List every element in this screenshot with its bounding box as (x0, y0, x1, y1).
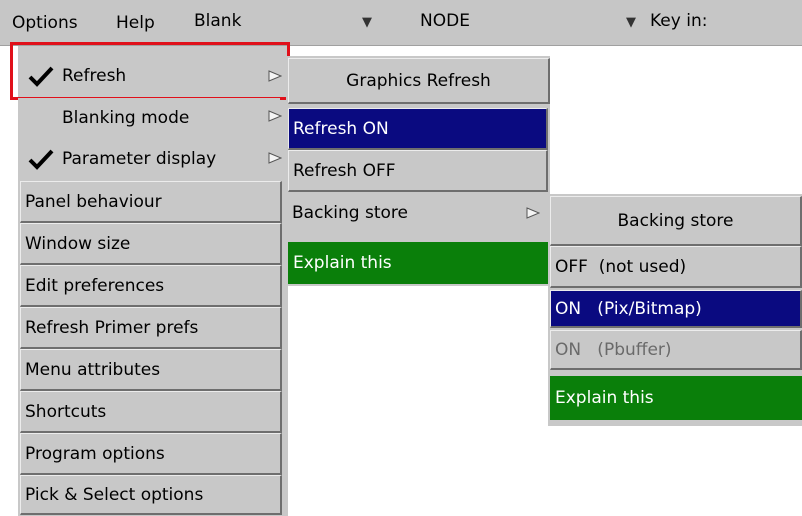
menu-item-label: Panel behaviour (25, 191, 162, 212)
menu-item-refresh-primer-prefs[interactable]: Refresh Primer prefs (20, 307, 282, 349)
menu-item-label: Edit preferences (25, 275, 165, 296)
highlight-box (10, 42, 290, 100)
menu-item-label: Program options (25, 443, 165, 464)
node-field[interactable]: NODE (416, 4, 606, 40)
keyin-field-label: Key in: (650, 11, 708, 31)
menu-item-off-not-used[interactable]: OFF (not used) (550, 246, 802, 288)
checkmark-icon (28, 149, 54, 170)
menu-item-label: Pick & Select options (25, 484, 204, 505)
submenu-title-label: Graphics Refresh (346, 70, 491, 91)
submenu-title-label: Backing store (617, 210, 734, 231)
node-field-label: NODE (420, 11, 470, 31)
menu-item-window-size[interactable]: Window size (20, 223, 282, 265)
menu-item-label: Refresh OFF (293, 160, 396, 181)
menu-item-parameter-display[interactable]: Parameter display (18, 138, 282, 180)
menu-item-label: ON (Pix/Bitmap) (555, 298, 702, 319)
menu-item-label: Backing store (292, 203, 408, 223)
menu-item-label: Refresh ON (293, 118, 389, 139)
menu-item-program-options[interactable]: Program options (20, 433, 282, 475)
menu-item-shortcuts[interactable]: Shortcuts (20, 391, 282, 433)
menu-item-blanking-mode[interactable]: Blanking mode (18, 98, 282, 138)
menu-item-backing-store[interactable]: Backing store (288, 192, 548, 234)
menu-item-menu-attributes[interactable]: Menu attributes (20, 349, 282, 391)
menu-item-pick-select-options[interactable]: Pick & Select options (20, 475, 282, 515)
menu-item-panel-behaviour[interactable]: Panel behaviour (20, 181, 282, 223)
blank-field-label: Blank (194, 11, 242, 31)
menu-item-label: Blanking mode (62, 108, 190, 128)
menu-item-label: Refresh Primer prefs (25, 317, 199, 338)
submenu-title: Backing store (550, 196, 802, 246)
menu-item-refresh-on[interactable]: Refresh ON (288, 108, 548, 150)
menu-item-label: Parameter display (62, 149, 217, 169)
menu-item-edit-preferences[interactable]: Edit preferences (20, 265, 282, 307)
filter-icon[interactable]: ▼ (624, 16, 638, 30)
submenu-arrow-icon (268, 152, 282, 164)
submenu-title: Graphics Refresh (288, 58, 550, 104)
menu-item-on-pbuffer: ON (Pbuffer) (550, 330, 802, 370)
menu-item-label: Explain this (555, 387, 654, 408)
submenu-arrow-icon (526, 207, 540, 219)
menu-item-label: OFF (not used) (555, 256, 687, 277)
menu-item-label: ON (Pbuffer) (555, 339, 672, 360)
help-menu-button[interactable]: Help (110, 0, 161, 46)
submenu-arrow-icon (268, 110, 282, 122)
menu-item-explain-this[interactable]: Explain this (288, 242, 548, 284)
menu-item-label: Shortcuts (25, 401, 107, 422)
menu-item-label: Explain this (293, 252, 392, 273)
menu-item-label: Window size (25, 233, 131, 254)
filter-icon[interactable]: ▼ (360, 16, 374, 30)
menu-item-on-pix-bitmap[interactable]: ON (Pix/Bitmap) (550, 290, 802, 328)
menu-item-label: Menu attributes (25, 359, 161, 380)
options-menu-button[interactable]: Options (6, 0, 84, 46)
menu-item-explain-this-backing[interactable]: Explain this (550, 376, 802, 420)
menu-item-refresh-off[interactable]: Refresh OFF (288, 150, 548, 192)
keyin-field[interactable]: Key in: (646, 4, 802, 40)
